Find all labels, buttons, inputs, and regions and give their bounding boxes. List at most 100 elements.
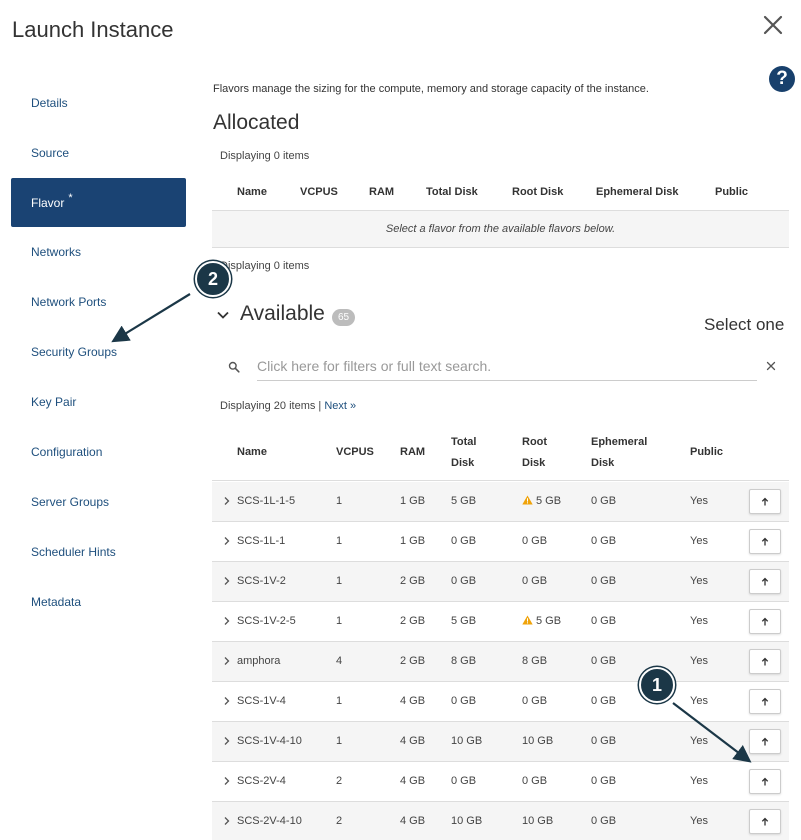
allocate-button[interactable]: [749, 529, 781, 554]
allocated-count-bottom: Displaying 0 items: [220, 260, 310, 272]
collapse-available-toggle[interactable]: [216, 308, 230, 322]
col-root-disk[interactable]: Root Disk: [522, 432, 547, 474]
close-button[interactable]: [760, 12, 786, 38]
warning-icon: [522, 495, 533, 505]
col-ram[interactable]: RAM: [369, 186, 394, 198]
table-row[interactable]: SCS-1V-4 1 4 GB 0 GB 0 GB 0 GB Yes: [212, 682, 789, 722]
table-row[interactable]: SCS-2V-4 2 4 GB 0 GB 0 GB 0 GB Yes: [212, 762, 789, 802]
cell-root-disk-text: 0 GB: [522, 775, 548, 787]
arrow-up-icon: [761, 697, 769, 705]
col-vcpus[interactable]: VCPUS: [336, 442, 374, 463]
cell-root-disk: 10 GB: [522, 722, 553, 761]
allocate-button[interactable]: [749, 649, 781, 674]
cell-ram-text: 2 GB: [400, 655, 426, 667]
cell-vcpus: 4: [336, 642, 342, 681]
cell-ephemeral-disk: 0 GB: [591, 802, 616, 840]
nav-item-network-ports[interactable]: Network Ports: [11, 277, 186, 327]
nav-item-metadata[interactable]: Metadata: [11, 577, 186, 627]
nav-item-configuration[interactable]: Configuration: [11, 427, 186, 477]
required-marker: *: [68, 191, 73, 204]
search-input[interactable]: [257, 352, 757, 381]
cell-name-text: SCS-1V-2: [237, 575, 286, 587]
chevron-right-icon[interactable]: [222, 735, 232, 747]
next-page-link[interactable]: Next »: [324, 400, 356, 412]
nav-item-source[interactable]: Source: [11, 128, 186, 178]
cell-public-text: Yes: [690, 815, 708, 827]
clear-icon[interactable]: [765, 360, 777, 372]
cell-name: SCS-1L-1: [237, 522, 285, 561]
available-title: Available: [240, 302, 325, 325]
allocate-button[interactable]: [749, 769, 781, 794]
col-ram[interactable]: RAM: [400, 442, 425, 463]
table-row[interactable]: SCS-1V-4-10 1 4 GB 10 GB 10 GB 0 GB Yes: [212, 722, 789, 762]
available-table-header: Name VCPUS RAM Total Disk Root Disk Epheme…: [212, 423, 789, 481]
table-row[interactable]: SCS-2V-4-10 2 4 GB 10 GB 10 GB 0 GB Yes: [212, 802, 789, 840]
nav-item-label: Networks: [31, 245, 82, 259]
allocate-button[interactable]: [749, 609, 781, 634]
cell-root-disk: 5 GB: [522, 482, 561, 521]
cell-total-disk: 0 GB: [451, 562, 476, 601]
cell-name-text: amphora: [237, 655, 281, 667]
col-name[interactable]: Name: [237, 186, 267, 198]
cell-total-disk-text: 5 GB: [451, 495, 477, 507]
cell-ephemeral-disk: 0 GB: [591, 562, 616, 601]
chevron-right-icon[interactable]: [222, 495, 232, 507]
col-public[interactable]: Public: [690, 442, 723, 463]
nav-item-security-groups[interactable]: Security Groups: [11, 327, 186, 377]
nav-item-server-groups[interactable]: Server Groups: [11, 477, 186, 527]
col-total-disk[interactable]: Total Disk: [451, 432, 476, 474]
cell-ram-text: 1 GB: [400, 495, 426, 507]
nav-item-networks[interactable]: Networks: [11, 227, 186, 277]
col-ephemeral-disk[interactable]: Ephemeral Disk: [596, 186, 679, 198]
cell-vcpus-text: 2: [336, 815, 343, 827]
chevron-right-icon[interactable]: [222, 535, 232, 547]
cell-vcpus-text: 1: [336, 615, 343, 627]
chevron-right-icon[interactable]: [222, 815, 232, 827]
allocate-button[interactable]: [749, 689, 781, 714]
nav-item-flavor[interactable]: Flavor *: [11, 178, 186, 227]
col-public[interactable]: Public: [715, 186, 748, 198]
annotation-callout-2: 2: [195, 261, 231, 297]
nav-item-label: Key Pair: [31, 395, 77, 409]
chevron-right-icon[interactable]: [222, 655, 232, 667]
chevron-right-icon[interactable]: [222, 775, 232, 787]
table-row[interactable]: SCS-1V-2 1 2 GB 0 GB 0 GB 0 GB Yes: [212, 562, 789, 602]
table-row[interactable]: amphora 4 2 GB 8 GB 8 GB 0 GB Yes: [212, 642, 789, 682]
arrow-up-icon: [761, 617, 769, 625]
cell-vcpus: 2: [336, 762, 342, 801]
col-total-disk-line-1: Total: [451, 436, 477, 448]
col-root-disk[interactable]: Root Disk: [512, 186, 563, 198]
cell-public: Yes: [690, 562, 708, 601]
cell-root-disk-text: 0 GB: [522, 575, 548, 587]
cell-ram: 4 GB: [400, 722, 425, 761]
cell-name: SCS-1V-4: [237, 682, 286, 721]
help-icon[interactable]: ?: [769, 66, 795, 92]
table-row[interactable]: SCS-1V-2-5 1 2 GB 5 GB 5 GB 0 GB Yes: [212, 602, 789, 642]
cell-name-text: SCS-2V-4: [237, 775, 286, 787]
cell-vcpus-text: 1: [336, 735, 343, 747]
col-total-disk-line-2: Disk: [451, 457, 475, 469]
table-row[interactable]: SCS-1L-1-5 1 1 GB 5 GB 5 GB 0 GB Yes: [212, 482, 789, 522]
nav-item-label: Server Groups: [31, 495, 110, 509]
chevron-right-icon[interactable]: [222, 695, 232, 707]
nav-item-details[interactable]: Details: [11, 78, 186, 128]
chevron-right-icon[interactable]: [222, 575, 232, 587]
cell-name-text: SCS-1V-4-10: [237, 735, 302, 747]
modal-title: Launch Instance: [12, 17, 174, 42]
allocate-button[interactable]: [749, 729, 781, 754]
col-ephemeral-disk[interactable]: Ephemeral Disk: [591, 432, 647, 474]
arrow-up-icon: [761, 817, 769, 825]
allocate-button[interactable]: [749, 489, 781, 514]
cell-vcpus-text: 1: [336, 575, 343, 587]
table-row[interactable]: SCS-1L-1 1 1 GB 0 GB 0 GB 0 GB Yes: [212, 522, 789, 562]
cell-vcpus-text: 1: [336, 495, 343, 507]
cell-ram-text: 1 GB: [400, 535, 426, 547]
allocate-button[interactable]: [749, 809, 781, 834]
col-vcpus[interactable]: VCPUS: [300, 186, 338, 198]
nav-item-key-pair[interactable]: Key Pair: [11, 377, 186, 427]
chevron-right-icon[interactable]: [222, 615, 232, 627]
col-total-disk[interactable]: Total Disk: [426, 186, 478, 198]
nav-item-scheduler-hints[interactable]: Scheduler Hints: [11, 527, 186, 577]
allocate-button[interactable]: [749, 569, 781, 594]
col-name[interactable]: Name: [237, 442, 267, 463]
